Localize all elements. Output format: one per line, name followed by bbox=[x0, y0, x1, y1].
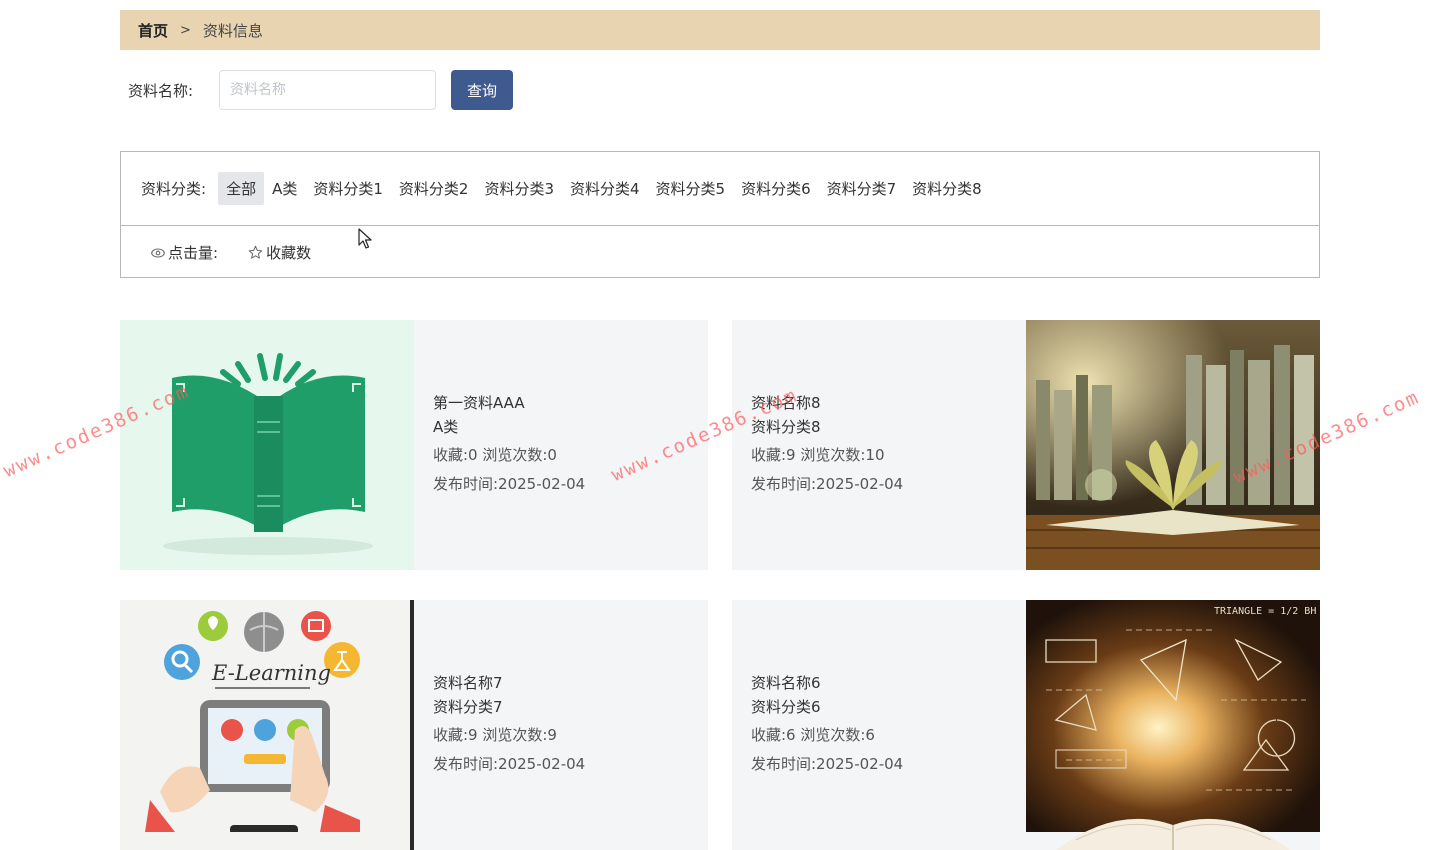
resource-card[interactable]: E-Learning 资料名称7 资料分类7 收藏:9 浏览次数:9 发布时间:… bbox=[120, 600, 708, 850]
mouse-cursor-icon bbox=[358, 228, 372, 249]
search-bar: 资料名称: 查询 bbox=[120, 70, 513, 110]
e-learning-text: E-Learning bbox=[211, 661, 331, 685]
book-icon bbox=[163, 353, 373, 555]
card-info: 资料名称6 资料分类6 收藏:6 浏览次数:6 发布时间:2025-02-04 bbox=[751, 600, 903, 850]
card-date: 发布时间:2025-02-04 bbox=[433, 755, 586, 773]
card-info: 第一资料AAA A类 收藏:0 浏览次数:0 发布时间:2025-02-04 bbox=[433, 320, 585, 570]
resource-card[interactable]: 资料名称8 资料分类8 收藏:9 浏览次数:10 发布时间:2025-02-04 bbox=[732, 320, 1320, 570]
search-input[interactable] bbox=[219, 70, 436, 110]
card-stats: 收藏:0 浏览次数:0 bbox=[433, 446, 557, 464]
card-image-open-book-photo bbox=[1026, 320, 1320, 570]
sort-favorites[interactable]: 收藏数 bbox=[248, 242, 311, 263]
category-2[interactable]: 资料分类2 bbox=[391, 172, 477, 205]
card-category: 资料分类7 bbox=[433, 698, 503, 716]
card-title[interactable]: 资料名称7 bbox=[433, 671, 585, 695]
category-3[interactable]: 资料分类3 bbox=[476, 172, 562, 205]
card-info: 资料名称8 资料分类8 收藏:9 浏览次数:10 发布时间:2025-02-04 bbox=[751, 320, 903, 570]
star-icon bbox=[248, 245, 263, 259]
card-title[interactable]: 资料名称8 bbox=[751, 391, 903, 415]
card-category: A类 bbox=[433, 418, 459, 436]
card-date: 发布时间:2025-02-04 bbox=[751, 755, 904, 773]
card-image-math-book: TRIANGLE = 1/2 BH bbox=[1026, 600, 1320, 850]
card-image-e-learning: E-Learning bbox=[120, 600, 414, 850]
breadcrumb-home[interactable]: 首页 bbox=[138, 20, 168, 41]
math-formula-text: TRIANGLE = 1/2 BH bbox=[1214, 606, 1316, 617]
card-stats: 收藏:9 浏览次数:10 bbox=[751, 446, 885, 464]
category-4[interactable]: 资料分类4 bbox=[562, 172, 648, 205]
breadcrumb-current: 资料信息 bbox=[202, 21, 263, 40]
sort-options: 点击量: 收藏数 bbox=[121, 227, 1319, 278]
card-date: 发布时间:2025-02-04 bbox=[433, 475, 586, 493]
category-title: 资料分类: bbox=[141, 180, 207, 198]
card-category: 资料分类6 bbox=[751, 698, 821, 716]
category-1[interactable]: 资料分类1 bbox=[305, 172, 391, 205]
card-category: 资料分类8 bbox=[751, 418, 821, 436]
category-filter: 资料分类: 全部 A类 资料分类1 资料分类2 资料分类3 资料分类4 资料分类… bbox=[121, 152, 1319, 226]
card-image-green-book bbox=[120, 320, 414, 570]
resource-card[interactable]: 资料名称6 资料分类6 收藏:6 浏览次数:6 发布时间:2025-02-04 … bbox=[732, 600, 1320, 850]
category-7[interactable]: 资料分类7 bbox=[819, 172, 905, 205]
sort-clicks[interactable]: 点击量: bbox=[151, 242, 218, 263]
card-date: 发布时间:2025-02-04 bbox=[751, 475, 904, 493]
sort-favorites-label: 收藏数 bbox=[266, 244, 312, 262]
card-stats: 收藏:6 浏览次数:6 bbox=[751, 726, 875, 744]
card-info: 资料名称7 资料分类7 收藏:9 浏览次数:9 发布时间:2025-02-04 bbox=[433, 600, 585, 850]
search-button[interactable]: 查询 bbox=[451, 70, 513, 110]
category-a[interactable]: A类 bbox=[264, 172, 305, 205]
category-all[interactable]: 全部 bbox=[218, 172, 265, 205]
category-6[interactable]: 资料分类6 bbox=[733, 172, 819, 205]
resource-card[interactable]: 第一资料AAA A类 收藏:0 浏览次数:0 发布时间:2025-02-04 bbox=[120, 320, 708, 570]
eye-icon bbox=[151, 247, 165, 258]
breadcrumb-separator: > bbox=[180, 22, 191, 38]
sort-clicks-label: 点击量: bbox=[168, 244, 219, 262]
category-5[interactable]: 资料分类5 bbox=[648, 172, 734, 205]
filter-panel: 资料分类: 全部 A类 资料分类1 资料分类2 资料分类3 资料分类4 资料分类… bbox=[120, 151, 1320, 278]
card-stats: 收藏:9 浏览次数:9 bbox=[433, 726, 557, 744]
category-8[interactable]: 资料分类8 bbox=[904, 172, 990, 205]
card-title[interactable]: 第一资料AAA bbox=[433, 391, 585, 415]
card-title[interactable]: 资料名称6 bbox=[751, 671, 903, 695]
search-label: 资料名称: bbox=[128, 81, 194, 100]
breadcrumb: 首页 > 资料信息 bbox=[120, 10, 1320, 50]
